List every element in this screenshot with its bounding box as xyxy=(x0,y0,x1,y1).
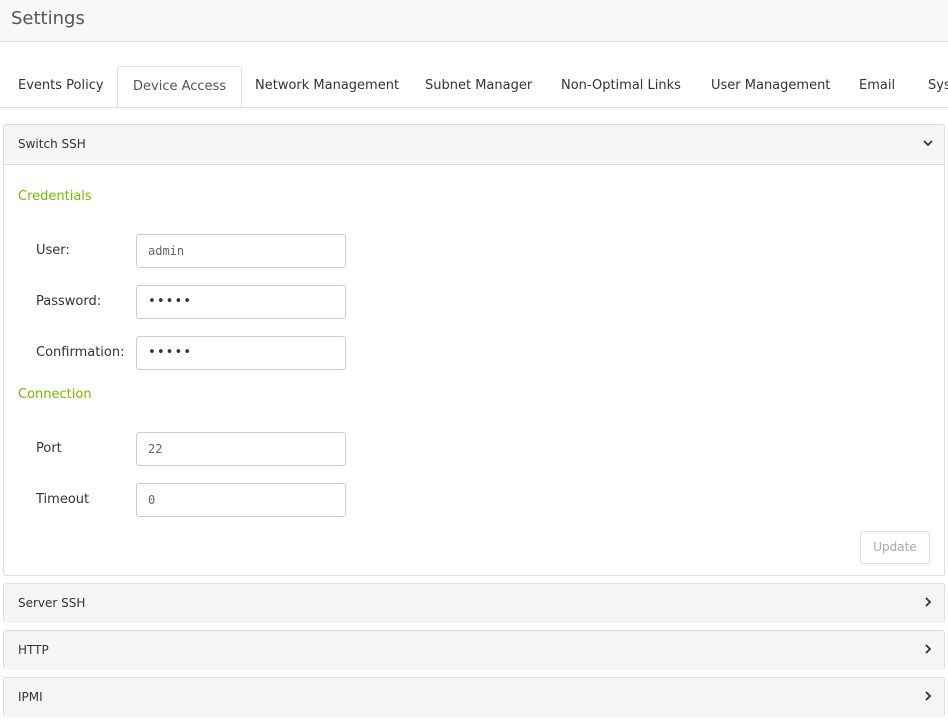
confirmation-label: Confirmation: xyxy=(36,345,125,360)
switch-ssh-title: Switch SSH xyxy=(18,137,86,151)
http-header[interactable]: HTTP xyxy=(4,631,944,670)
user-input[interactable]: admin xyxy=(136,234,346,268)
confirmation-input[interactable]: ••••• xyxy=(136,336,346,370)
switch-ssh-panel: Switch SSH Credentials User: admin Passw… xyxy=(3,124,945,576)
ipmi-title: IPMI xyxy=(18,690,43,704)
tab-bar: Events Policy Device Access Network Mana… xyxy=(0,66,948,108)
port-input[interactable]: 22 xyxy=(136,432,346,466)
update-button[interactable]: Update xyxy=(860,531,930,564)
credentials-heading: Credentials xyxy=(18,189,92,204)
tab-email[interactable]: Email xyxy=(859,66,895,107)
connection-heading: Connection xyxy=(18,387,92,402)
ipmi-header[interactable]: IPMI xyxy=(4,678,944,717)
tab-non-optimal-links[interactable]: Non-Optimal Links xyxy=(561,66,681,107)
tab-device-access[interactable]: Device Access xyxy=(117,66,243,107)
switch-ssh-header[interactable]: Switch SSH xyxy=(4,125,944,164)
timeout-input[interactable]: 0 xyxy=(136,483,346,517)
chevron-down-icon xyxy=(923,140,933,147)
user-label: User: xyxy=(36,243,70,258)
tab-user-management[interactable]: User Management xyxy=(711,66,830,107)
switch-ssh-body: Credentials User: admin Password: ••••• … xyxy=(4,164,944,575)
tab-events-policy[interactable]: Events Policy xyxy=(18,66,104,107)
timeout-label: Timeout xyxy=(36,492,90,507)
port-label: Port xyxy=(36,441,62,456)
tab-subnet-manager[interactable]: Subnet Manager xyxy=(425,66,532,107)
page-header: Settings xyxy=(0,0,948,42)
chevron-right-icon xyxy=(925,644,932,654)
chevron-right-icon xyxy=(925,597,932,607)
server-ssh-header[interactable]: Server SSH xyxy=(4,584,944,623)
password-input[interactable]: ••••• xyxy=(136,285,346,319)
server-ssh-title: Server SSH xyxy=(18,596,86,610)
page-title: Settings xyxy=(11,8,85,29)
tab-network-management[interactable]: Network Management xyxy=(255,66,399,107)
chevron-right-icon xyxy=(925,691,932,701)
ipmi-panel[interactable]: IPMI xyxy=(3,677,945,717)
password-label: Password: xyxy=(36,294,102,309)
http-title: HTTP xyxy=(18,643,49,657)
tab-system[interactable]: Sys xyxy=(928,66,948,107)
http-panel[interactable]: HTTP xyxy=(3,630,945,670)
server-ssh-panel[interactable]: Server SSH xyxy=(3,583,945,623)
